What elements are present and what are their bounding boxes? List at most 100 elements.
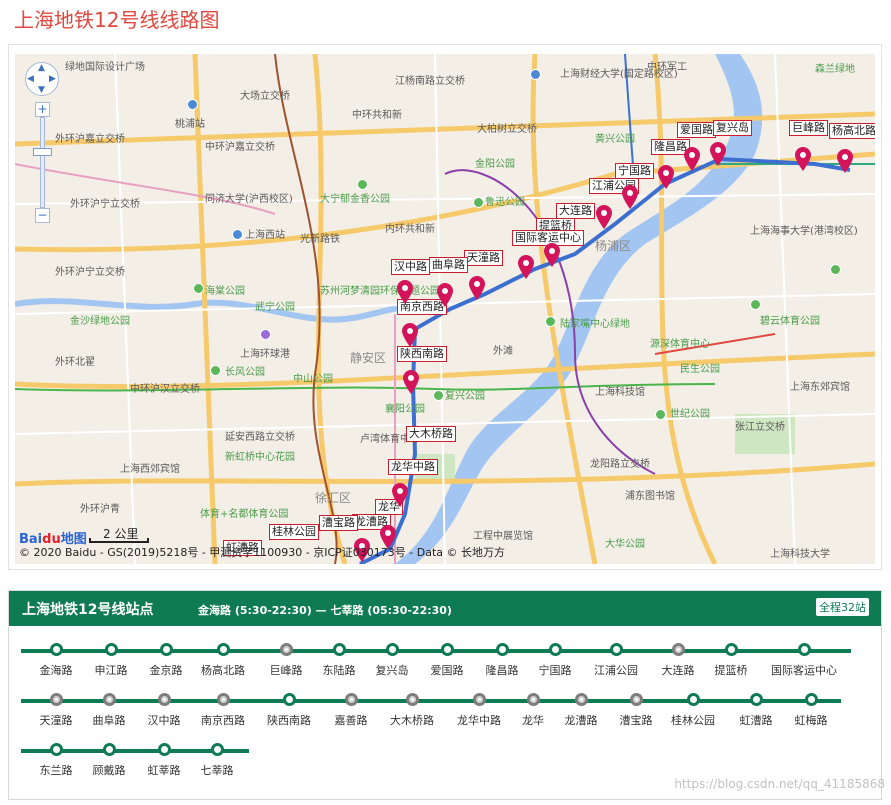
map-frame: 绿地国际设计广场 大场立交桥 江杨南路立交桥 上海财经大学(国定路校区) 中环军… bbox=[8, 44, 882, 570]
zoom-slider-track[interactable] bbox=[40, 117, 45, 208]
map-label: 中环沪嘉立交桥 bbox=[205, 142, 275, 153]
map-label: 上海科技馆 bbox=[595, 387, 645, 398]
station-name: 南京西路 bbox=[201, 714, 245, 727]
map-canvas[interactable]: 绿地国际设计广场 大场立交桥 江杨南路立交桥 上海财经大学(国定路校区) 中环军… bbox=[15, 54, 875, 564]
station-pin-icon[interactable] bbox=[391, 482, 409, 508]
map-label: 张江立交桥 bbox=[735, 422, 785, 433]
zoom-slider-thumb[interactable] bbox=[33, 148, 52, 156]
park-icon bbox=[750, 299, 761, 310]
station-name: 陕西南路 bbox=[267, 714, 311, 727]
station-item[interactable]: 虹梅路 bbox=[776, 693, 846, 728]
station-item[interactable]: 陕西南路 bbox=[254, 693, 324, 728]
zoom-out-button[interactable]: − bbox=[35, 208, 50, 223]
map-label: 桃浦站 bbox=[175, 119, 205, 130]
school-icon bbox=[530, 69, 541, 80]
zoom-in-button[interactable]: + bbox=[35, 102, 50, 117]
station-item[interactable]: 提篮桥 bbox=[696, 643, 766, 678]
map-label: 世纪公园 bbox=[670, 409, 710, 420]
station-pin-icon[interactable] bbox=[683, 146, 701, 172]
station-pin-icon[interactable] bbox=[794, 146, 812, 172]
station-tag[interactable]: 杨高北路 bbox=[829, 123, 875, 139]
station-dot-icon bbox=[495, 643, 509, 656]
station-item[interactable]: 七莘路 bbox=[182, 743, 252, 778]
station-item[interactable]: 宁国路 bbox=[520, 643, 590, 678]
station-dot-icon bbox=[804, 693, 818, 706]
map-label: 延安西路立交桥 bbox=[225, 432, 295, 443]
station-tag[interactable]: 大木桥路 bbox=[406, 426, 456, 442]
station-item[interactable]: 大木桥路 bbox=[377, 693, 447, 728]
station-tag[interactable]: 桂林公园 bbox=[269, 524, 319, 540]
station-pin-icon[interactable] bbox=[657, 164, 675, 190]
page-title: 上海地铁12号线线路图 bbox=[14, 8, 220, 32]
park-icon bbox=[433, 390, 444, 401]
pan-down-icon[interactable]: ▼ bbox=[38, 86, 45, 95]
station-item[interactable]: 江浦公园 bbox=[581, 643, 651, 678]
stations-panel: 上海地铁12号线站点 金海路 (5:30-22:30) — 七莘路 (05:30… bbox=[8, 590, 882, 800]
map-label: 大场立交桥 bbox=[240, 91, 290, 102]
map-label: 中环沪汉立交桥 bbox=[130, 384, 200, 395]
transfer-station-icon bbox=[216, 693, 230, 706]
station-pin-icon[interactable] bbox=[543, 242, 561, 268]
map-label: 大柏树立交桥 bbox=[477, 124, 537, 135]
station-pin-icon[interactable] bbox=[401, 322, 419, 348]
station-tag[interactable]: 龙华中路 bbox=[388, 459, 438, 475]
station-tag[interactable]: 复兴岛 bbox=[713, 120, 752, 136]
station-name: 提篮桥 bbox=[714, 664, 748, 677]
park-icon bbox=[210, 365, 221, 376]
station-tag[interactable]: 陕西南路 bbox=[397, 346, 447, 362]
map-label: 外滩 bbox=[493, 346, 513, 357]
station-dot-icon bbox=[49, 743, 63, 756]
pan-right-icon[interactable]: ▶ bbox=[49, 75, 56, 84]
station-pin-icon[interactable] bbox=[517, 254, 535, 280]
map-label: 浦东图书馆 bbox=[625, 491, 675, 502]
station-tag[interactable]: 曲阜路 bbox=[429, 257, 468, 273]
station-tag[interactable]: 宁国路 bbox=[615, 163, 654, 179]
station-item[interactable]: 嘉善路 bbox=[316, 693, 386, 728]
station-tag[interactable]: 大连路 bbox=[556, 203, 595, 219]
station-pin-icon[interactable] bbox=[595, 204, 613, 230]
station-item[interactable]: 南京西路 bbox=[188, 693, 258, 728]
transfer-station-icon bbox=[49, 693, 63, 706]
station-pin-icon[interactable] bbox=[402, 369, 420, 395]
map-label: 碧云体育公园 bbox=[760, 316, 820, 327]
transfer-station-icon bbox=[157, 693, 171, 706]
transfer-station-icon bbox=[671, 643, 685, 656]
transfer-station-icon bbox=[574, 693, 588, 706]
pan-up-icon[interactable]: ▲ bbox=[38, 64, 45, 73]
station-tag[interactable]: 爱国路 bbox=[677, 122, 716, 138]
transfer-station-icon bbox=[405, 693, 419, 706]
map-label: 金阳公园 bbox=[475, 159, 515, 170]
map-label: 上海环球港 bbox=[240, 349, 290, 360]
station-pin-icon[interactable] bbox=[468, 275, 486, 301]
station-pin-icon[interactable] bbox=[621, 184, 639, 210]
park-icon bbox=[357, 179, 368, 190]
transfer-station-icon bbox=[279, 643, 293, 656]
station-pin-icon[interactable] bbox=[436, 282, 454, 308]
station-tag[interactable]: 漕宝路 bbox=[319, 515, 358, 531]
map-label: 杨浦区 bbox=[595, 239, 632, 253]
station-name: 杨高北路 bbox=[201, 664, 245, 677]
map-label: 黄兴公园 bbox=[595, 134, 635, 145]
station-tag[interactable]: 天潼路 bbox=[464, 250, 503, 266]
map-label: 外环北翟 bbox=[55, 357, 95, 368]
pan-left-icon[interactable]: ◀ bbox=[27, 75, 34, 84]
map-label: 体育+名都体育公园 bbox=[200, 509, 289, 520]
map-label: 上海海事大学(港湾校区) bbox=[750, 226, 858, 237]
watermark: https://blog.csdn.net/qq_41185868 bbox=[674, 777, 885, 791]
station-tag[interactable]: 汉中路 bbox=[391, 259, 430, 275]
shopping-icon bbox=[260, 329, 271, 340]
pan-control[interactable]: ▲ ▼ ◀ ▶ bbox=[25, 62, 59, 96]
station-item[interactable]: 杨高北路 bbox=[188, 643, 258, 678]
station-tag[interactable]: 巨峰路 bbox=[789, 120, 828, 136]
station-dot-icon bbox=[749, 693, 763, 706]
map-copyright: © 2020 Baidu - GS(2019)5218号 - 甲测资字11009… bbox=[19, 546, 506, 559]
station-dot-icon bbox=[440, 643, 454, 656]
station-pin-icon[interactable] bbox=[836, 148, 854, 174]
station-dot-icon bbox=[686, 693, 700, 706]
map-label: 中环军工 bbox=[647, 62, 687, 73]
station-item[interactable]: 桂林公园 bbox=[658, 693, 728, 728]
station-item[interactable]: 国际客运中心 bbox=[769, 643, 839, 678]
map-label: 龙阳路立交桥 bbox=[590, 459, 650, 470]
station-pin-icon[interactable] bbox=[709, 141, 727, 167]
station-pin-icon[interactable] bbox=[396, 279, 414, 305]
